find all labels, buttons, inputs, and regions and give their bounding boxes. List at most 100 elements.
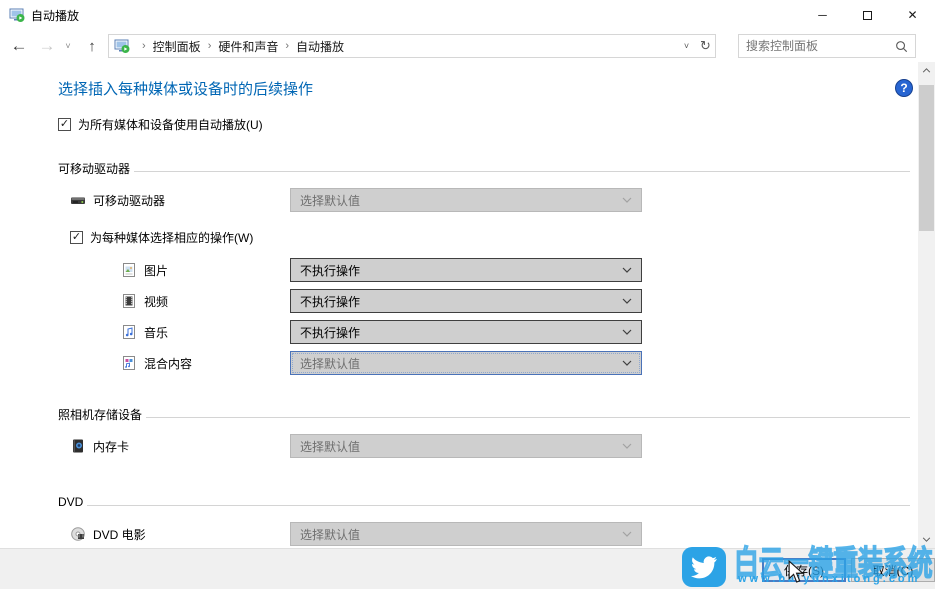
videos-label: 视频 [144, 293, 168, 310]
mixed-content-combobox-value: 选择默认值 [300, 355, 360, 372]
use-autoplay-checkbox-label[interactable]: 为所有媒体和设备使用自动播放(U) [78, 116, 263, 133]
videos-combobox[interactable]: 不执行操作 [290, 289, 642, 313]
cancel-button-label: 取消(C) [873, 562, 914, 579]
address-bar[interactable]: › 控制面板 › 硬件和声音 › 自动播放 ˅ ↻ [108, 34, 716, 58]
mixed-content-row-label: 混合内容 [121, 351, 192, 375]
pictures-combobox[interactable]: 不执行操作 [290, 258, 642, 282]
camera-storage-group-title: 照相机存储设备 [58, 406, 142, 423]
chevron-down-icon: ˅ [65, 41, 70, 51]
title-bar: 自动播放 ─ ✕ [0, 0, 935, 30]
maximize-icon [863, 11, 872, 20]
breadcrumb-hardware-sound[interactable]: 硬件和声音 [218, 38, 278, 55]
scroll-up-button[interactable] [918, 62, 935, 79]
help-button[interactable]: ? [895, 79, 913, 97]
scroll-down-icon [922, 537, 931, 542]
chevron-down-icon: ˅ [684, 41, 689, 51]
minimize-icon: ─ [818, 8, 827, 22]
removable-drive-combobox: 选择默认值 [290, 188, 642, 212]
recent-locations-button[interactable]: ˅ [60, 30, 76, 62]
mixed-content-icon [121, 355, 137, 371]
dvd-movie-label: DVD 电影 [93, 526, 146, 543]
camera-storage-group-header: 照相机存储设备 [58, 406, 910, 422]
help-icon: ? [900, 81, 907, 95]
save-button[interactable]: 保存(S) [762, 558, 846, 582]
dropdown-chevron-icon [622, 298, 632, 304]
back-icon: ← [11, 36, 28, 56]
removable-drive-row-label: 可移动驱动器 [70, 188, 165, 212]
group-divider [146, 417, 910, 418]
search-input[interactable] [739, 39, 895, 53]
dvd-icon [70, 526, 86, 542]
window-title: 自动播放 [31, 7, 79, 24]
close-button[interactable]: ✕ [890, 0, 935, 30]
memory-card-row-label: 内存卡 [70, 434, 129, 458]
dropdown-chevron-icon [622, 360, 632, 366]
music-combobox[interactable]: 不执行操作 [290, 320, 642, 344]
up-icon: ↑ [88, 38, 96, 55]
mixed-content-combobox[interactable]: 选择默认值 [290, 351, 642, 375]
removable-drive-combobox-value: 选择默认值 [300, 192, 360, 209]
scroll-down-button[interactable] [918, 531, 935, 548]
music-label: 音乐 [144, 324, 168, 341]
page-title: 选择插入每种媒体或设备时的后续操作 [58, 78, 313, 99]
button-bar: 保存(S) 取消(C) [0, 548, 935, 589]
group-divider [134, 171, 910, 172]
music-icon [121, 324, 137, 340]
breadcrumb-separator-icon: › [201, 40, 219, 52]
back-button[interactable]: ← [6, 30, 32, 62]
navigation-bar: ← → ˅ ↑ › 控制面板 › 硬件和声音 › 自动播放 ˅ ↻ [0, 30, 935, 62]
refresh-button[interactable]: ↻ [696, 35, 715, 57]
up-button[interactable]: ↑ [80, 30, 104, 62]
video-icon [121, 293, 137, 309]
checkmark-icon: ✓ [72, 232, 81, 243]
picture-icon [121, 262, 137, 278]
vertical-scrollbar[interactable] [918, 62, 935, 548]
dvd-group-title: DVD [58, 495, 83, 509]
breadcrumb-autoplay[interactable]: 自动播放 [296, 38, 344, 55]
choose-action-checkbox[interactable]: ✓ [70, 231, 83, 244]
dropdown-chevron-icon [622, 267, 632, 273]
breadcrumb-separator-icon: › [278, 40, 296, 52]
cancel-button[interactable]: 取消(C) [851, 558, 935, 582]
choose-action-checkbox-label[interactable]: 为每种媒体选择相应的操作(W) [90, 229, 253, 246]
dropdown-chevron-icon [622, 443, 632, 449]
save-button-label: 保存(S) [784, 562, 824, 579]
pictures-row-label: 图片 [121, 258, 168, 282]
memory-card-combobox: 选择默认值 [290, 434, 642, 458]
forward-button[interactable]: → [34, 30, 60, 62]
minimize-button[interactable]: ─ [800, 0, 845, 30]
memory-card-icon [70, 438, 86, 454]
checkmark-icon: ✓ [60, 119, 69, 130]
use-autoplay-checkbox-row: ✓ 为所有媒体和设备使用自动播放(U) [58, 116, 263, 133]
removable-drives-group-title: 可移动驱动器 [58, 160, 130, 177]
music-combobox-value: 不执行操作 [300, 324, 360, 341]
autoplay-app-icon [9, 7, 25, 23]
maximize-button[interactable] [845, 0, 890, 30]
memory-card-combobox-value: 选择默认值 [300, 438, 360, 455]
dropdown-chevron-icon [622, 531, 632, 537]
music-row-label: 音乐 [121, 320, 168, 344]
videos-row-label: 视频 [121, 289, 168, 313]
memory-card-label: 内存卡 [93, 438, 129, 455]
drive-icon [70, 192, 86, 208]
use-autoplay-checkbox[interactable]: ✓ [58, 118, 71, 131]
autoplay-window: 自动播放 ─ ✕ ← → ˅ ↑ › 控制面板 › 硬件和声音 › 自动播放 ˅… [0, 0, 935, 589]
search-box [738, 34, 916, 58]
breadcrumb-control-panel[interactable]: 控制面板 [153, 38, 201, 55]
pictures-label: 图片 [144, 262, 168, 279]
search-icon[interactable] [895, 40, 908, 53]
content-area: 选择插入每种媒体或设备时的后续操作 ? ✓ 为所有媒体和设备使用自动播放(U) … [0, 62, 935, 548]
close-icon: ✕ [907, 8, 917, 22]
scrollbar-thumb[interactable] [919, 85, 934, 231]
address-dropdown-button[interactable]: ˅ [677, 35, 696, 57]
dvd-group-header: DVD [58, 494, 910, 510]
caption-buttons: ─ ✕ [800, 0, 935, 30]
refresh-icon: ↻ [700, 38, 711, 54]
videos-combobox-value: 不执行操作 [300, 293, 360, 310]
dropdown-chevron-icon [622, 329, 632, 335]
pictures-combobox-value: 不执行操作 [300, 262, 360, 279]
control-panel-icon [114, 38, 130, 54]
mixed-content-label: 混合内容 [144, 355, 192, 372]
removable-drive-label: 可移动驱动器 [93, 192, 165, 209]
dvd-movie-row-label: DVD 电影 [70, 522, 146, 546]
